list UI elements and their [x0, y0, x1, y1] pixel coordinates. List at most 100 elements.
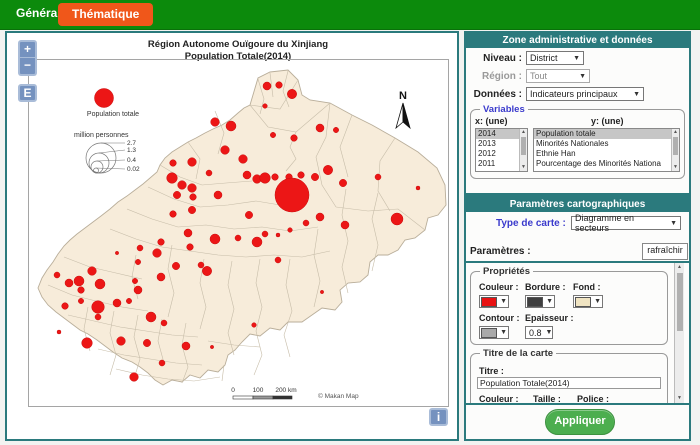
chevron-down-icon: ▼: [546, 329, 553, 336]
fond-swatch-select[interactable]: ▼: [573, 295, 603, 308]
titre-couleur-label: Couleur :: [479, 394, 519, 403]
top-menu-bar: Général Thématique: [0, 0, 700, 30]
y-axis-label: y: (une): [591, 116, 624, 126]
params-scroll-area: Propriétés Couleur : Bordure : Fond : ▼ …: [466, 263, 689, 403]
donnees-select[interactable]: Indicateurs principaux ▼: [526, 87, 644, 101]
zone-panel-header: Zone administrative et données: [466, 33, 689, 48]
titre-police-label: Police :: [577, 394, 609, 403]
map-type-select[interactable]: Diagramme en secteurs ▼: [571, 216, 681, 230]
legend-symbol-label: Population totale: [87, 111, 139, 118]
scalebar-seg-1: [233, 396, 253, 399]
scalebar-label-100: 100: [253, 387, 264, 394]
info-button[interactable]: i: [429, 408, 448, 426]
y-listbox[interactable]: Population totale Minorités Nationales E…: [533, 128, 680, 172]
epaisseur-select-value: 0.8: [529, 328, 542, 338]
scroll-up-icon[interactable]: ▲: [520, 129, 527, 136]
legend-symbol-circle: [95, 89, 114, 108]
scroll-up-icon[interactable]: ▲: [675, 264, 684, 271]
contour-swatch-select[interactable]: ▼: [479, 326, 509, 339]
north-arrow-right: [403, 103, 410, 128]
legend-leader-2: [99, 150, 125, 153]
titre-label: Titre :: [479, 366, 504, 376]
contour-swatch: [481, 328, 497, 338]
map-panel: Région Autonome Ouïgoure du Xinjiang Pop…: [5, 31, 459, 441]
proprietes-fieldset: Propriétés Couleur : Bordure : Fond : ▼ …: [470, 271, 668, 345]
legend-value-2: 1.3: [127, 147, 136, 154]
y-list-scrollbar[interactable]: ▲ ▼: [671, 129, 679, 171]
params-scroll-thumb[interactable]: [677, 273, 683, 331]
bordure-swatch: [527, 297, 543, 307]
titre-fieldset: Titre de la carte Titre : Couleur : Tail…: [470, 353, 668, 403]
couleur-swatch: [481, 297, 497, 307]
tab-thematique[interactable]: Thématique: [58, 3, 153, 26]
niveau-label: Niveau :: [466, 53, 522, 64]
map-attribution: © Makan Map: [318, 392, 359, 400]
apply-button[interactable]: Appliquer: [545, 409, 615, 435]
scalebar-seg-2: [253, 396, 273, 399]
niveau-select-value: District: [530, 53, 558, 63]
y-option-minorites[interactable]: Minorités Nationales: [534, 139, 679, 149]
chevron-down-icon: ▼: [500, 329, 507, 336]
donnees-select-value: Indicateurs principaux: [530, 89, 618, 99]
legend-leader-3: [97, 160, 125, 161]
map-title-line1: Région Autonome Ouïgoure du Xinjiang: [28, 40, 448, 50]
zone-panel: Zone administrative et données Niveau : …: [464, 31, 691, 195]
donnees-label: Données :: [466, 89, 522, 100]
scroll-down-icon[interactable]: ▼: [672, 164, 679, 171]
params-panel: Paramètres cartographiques Type de carte…: [464, 195, 691, 441]
y-option-pourcentage[interactable]: Pourcentage des Minorités Nationa: [534, 159, 679, 169]
parametres-label: Paramètres :: [470, 246, 531, 257]
map-type-select-value: Diagramme en secteurs: [575, 213, 666, 233]
titre-taille-label: Taille :: [533, 394, 561, 403]
titre-input[interactable]: [477, 377, 661, 389]
zoom-in-button[interactable]: +: [18, 40, 37, 58]
legend-unit-label: million personnes: [74, 132, 129, 139]
legend-leader-4: [96, 168, 125, 169]
x-scroll-thumb[interactable]: [521, 137, 526, 155]
params-scrollbar[interactable]: ▲ ▼: [674, 263, 684, 403]
scalebar-label-0: 0: [231, 387, 235, 394]
titre-fieldset-legend: Titre de la carte: [480, 348, 556, 359]
north-label: N: [399, 90, 407, 102]
x-axis-label: x: (une): [475, 116, 508, 126]
niveau-select[interactable]: District▼: [526, 51, 584, 65]
y-option-population[interactable]: Population totale: [534, 129, 679, 139]
couleur-swatch-select[interactable]: ▼: [479, 295, 509, 308]
region-select-value: Tout: [530, 71, 547, 81]
scalebar-seg-3: [273, 396, 292, 399]
fond-swatch: [575, 297, 591, 307]
scroll-down-icon[interactable]: ▼: [520, 164, 527, 171]
x-list-scrollbar[interactable]: ▲ ▼: [519, 129, 527, 171]
fond-label: Fond :: [573, 282, 601, 292]
params-panel-header: Paramètres cartographiques: [466, 197, 689, 212]
x-listbox[interactable]: 2014 2013 2012 2011 ▲ ▼: [475, 128, 528, 172]
north-arrow-left: [396, 103, 403, 128]
refresh-button[interactable]: rafraîchir: [642, 243, 688, 260]
variables-legend: Variables: [480, 104, 528, 115]
export-button[interactable]: E: [18, 84, 37, 102]
zoom-out-button[interactable]: −: [18, 58, 37, 76]
y-scroll-thumb[interactable]: [673, 137, 678, 155]
couleur-label: Couleur :: [479, 282, 519, 292]
bordure-swatch-select[interactable]: ▼: [525, 295, 555, 308]
tab-general[interactable]: Général: [16, 6, 61, 20]
legend-value-1: 2.7: [127, 140, 136, 147]
chevron-down-icon: ▼: [546, 298, 553, 305]
bordure-label: Bordure :: [525, 282, 566, 292]
proprietes-legend: Propriétés: [480, 266, 533, 277]
epaisseur-label: Epaisseur :: [525, 313, 574, 323]
chevron-down-icon: ▼: [579, 73, 586, 80]
scalebar-label-200: 200 km: [275, 387, 296, 394]
legend-value-3: 0.4: [127, 157, 136, 164]
y-option-han[interactable]: Ethnie Han: [534, 149, 679, 159]
scroll-down-icon[interactable]: ▼: [675, 395, 684, 402]
region-select[interactable]: Tout ▼: [526, 69, 590, 83]
legend-scale-circle-3: [91, 161, 103, 173]
epaisseur-select[interactable]: 0.8 ▼: [525, 326, 553, 339]
map-svg: Population totale million personnes 2.7 …: [28, 59, 450, 408]
region-label: Région :: [466, 71, 522, 82]
chevron-down-icon: ▼: [500, 298, 507, 305]
scroll-up-icon[interactable]: ▲: [672, 129, 679, 136]
chevron-down-icon: ▼: [670, 220, 677, 227]
chevron-down-icon: ▼: [633, 91, 640, 98]
